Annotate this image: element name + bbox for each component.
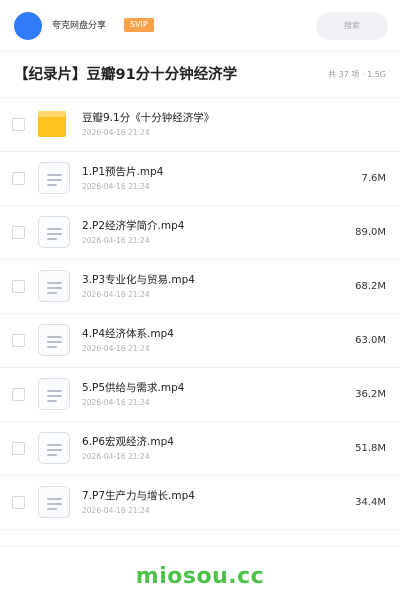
file-name: 豆瓣9.1分《十分钟经济学》 [82, 112, 215, 124]
select-checkbox[interactable] [12, 496, 25, 509]
top-bar: 夸克网盘分享 SVIP 搜索 [0, 0, 400, 52]
file-date: 2026-04-16 21:24 [82, 506, 150, 515]
file-name: 2.P2经济学简介.mp4 [82, 220, 185, 232]
file-name: 4.P4经济体系.mp4 [82, 328, 174, 340]
file-date: 2026-04-16 21:24 [82, 398, 150, 407]
select-checkbox[interactable] [12, 334, 25, 347]
video-file-icon [38, 270, 70, 302]
select-checkbox[interactable] [12, 118, 25, 131]
list-item[interactable]: 4.P4经济体系.mp4 2026-04-16 21:24 63.0M [0, 314, 400, 368]
file-size: 34.4M [355, 497, 386, 508]
video-file-icon [38, 486, 70, 518]
file-date: 2026-04-16 21:24 [82, 182, 150, 191]
list-item[interactable]: 5.P5供给与需求.mp4 2026-04-16 21:24 36.2M [0, 368, 400, 422]
list-item[interactable]: 7.P7生产力与增长.mp4 2026-04-16 21:24 34.4M [0, 476, 400, 530]
file-size: 89.0M [355, 227, 386, 238]
file-date: 2026-04-16 21:24 [82, 452, 150, 461]
file-size: 68.2M [355, 281, 386, 292]
video-file-icon [38, 216, 70, 248]
file-name: 6.P6宏观经济.mp4 [82, 436, 174, 448]
file-date: 2026-04-16 21:24 [82, 344, 150, 353]
video-file-icon [38, 324, 70, 356]
list-item-folder[interactable]: 豆瓣9.1分《十分钟经济学》 2026-04-16 21:24 [0, 98, 400, 152]
share-title-row: 【纪录片】豆瓣91分十分钟经济学 共 37 项 · 1.5G [0, 52, 400, 98]
file-size: 63.0M [355, 335, 386, 346]
file-name: 5.P5供给与需求.mp4 [82, 382, 185, 394]
file-name: 1.P1预告片.mp4 [82, 166, 164, 178]
video-file-icon [38, 378, 70, 410]
select-checkbox[interactable] [12, 226, 25, 239]
file-size: 7.6M [361, 173, 386, 184]
video-file-icon [38, 162, 70, 194]
file-name: 7.P7生产力与增长.mp4 [82, 490, 195, 502]
watermark: miosou.cc [135, 564, 265, 589]
file-date: 2026-04-16 21:24 [82, 128, 150, 137]
file-date: 2026-04-16 21:24 [82, 290, 150, 299]
list-item[interactable]: 1.P1预告片.mp4 2026-04-16 21:24 7.6M [0, 152, 400, 206]
footer-divider [0, 546, 400, 547]
file-date: 2026-04-16 21:24 [82, 236, 150, 245]
user-name[interactable]: 夸克网盘分享 [52, 20, 106, 32]
list-item[interactable]: 2.P2经济学简介.mp4 2026-04-16 21:24 89.0M [0, 206, 400, 260]
file-size: 36.2M [355, 389, 386, 400]
select-checkbox[interactable] [12, 388, 25, 401]
folder-icon [38, 108, 70, 140]
file-size: 51.8M [355, 443, 386, 454]
search-input[interactable]: 搜索 [316, 12, 388, 40]
select-checkbox[interactable] [12, 172, 25, 185]
svip-badge: SVIP [124, 18, 154, 32]
select-checkbox[interactable] [12, 280, 25, 293]
avatar[interactable] [14, 12, 42, 40]
video-file-icon [38, 432, 70, 464]
list-item[interactable]: 6.P6宏观经济.mp4 2026-04-16 21:24 51.8M [0, 422, 400, 476]
page-title: 【纪录片】豆瓣91分十分钟经济学 [14, 67, 238, 83]
file-name: 3.P3专业化与贸易.mp4 [82, 274, 195, 286]
list-item[interactable]: 3.P3专业化与贸易.mp4 2026-04-16 21:24 68.2M [0, 260, 400, 314]
select-checkbox[interactable] [12, 442, 25, 455]
share-summary: 共 37 项 · 1.5G [328, 70, 386, 79]
